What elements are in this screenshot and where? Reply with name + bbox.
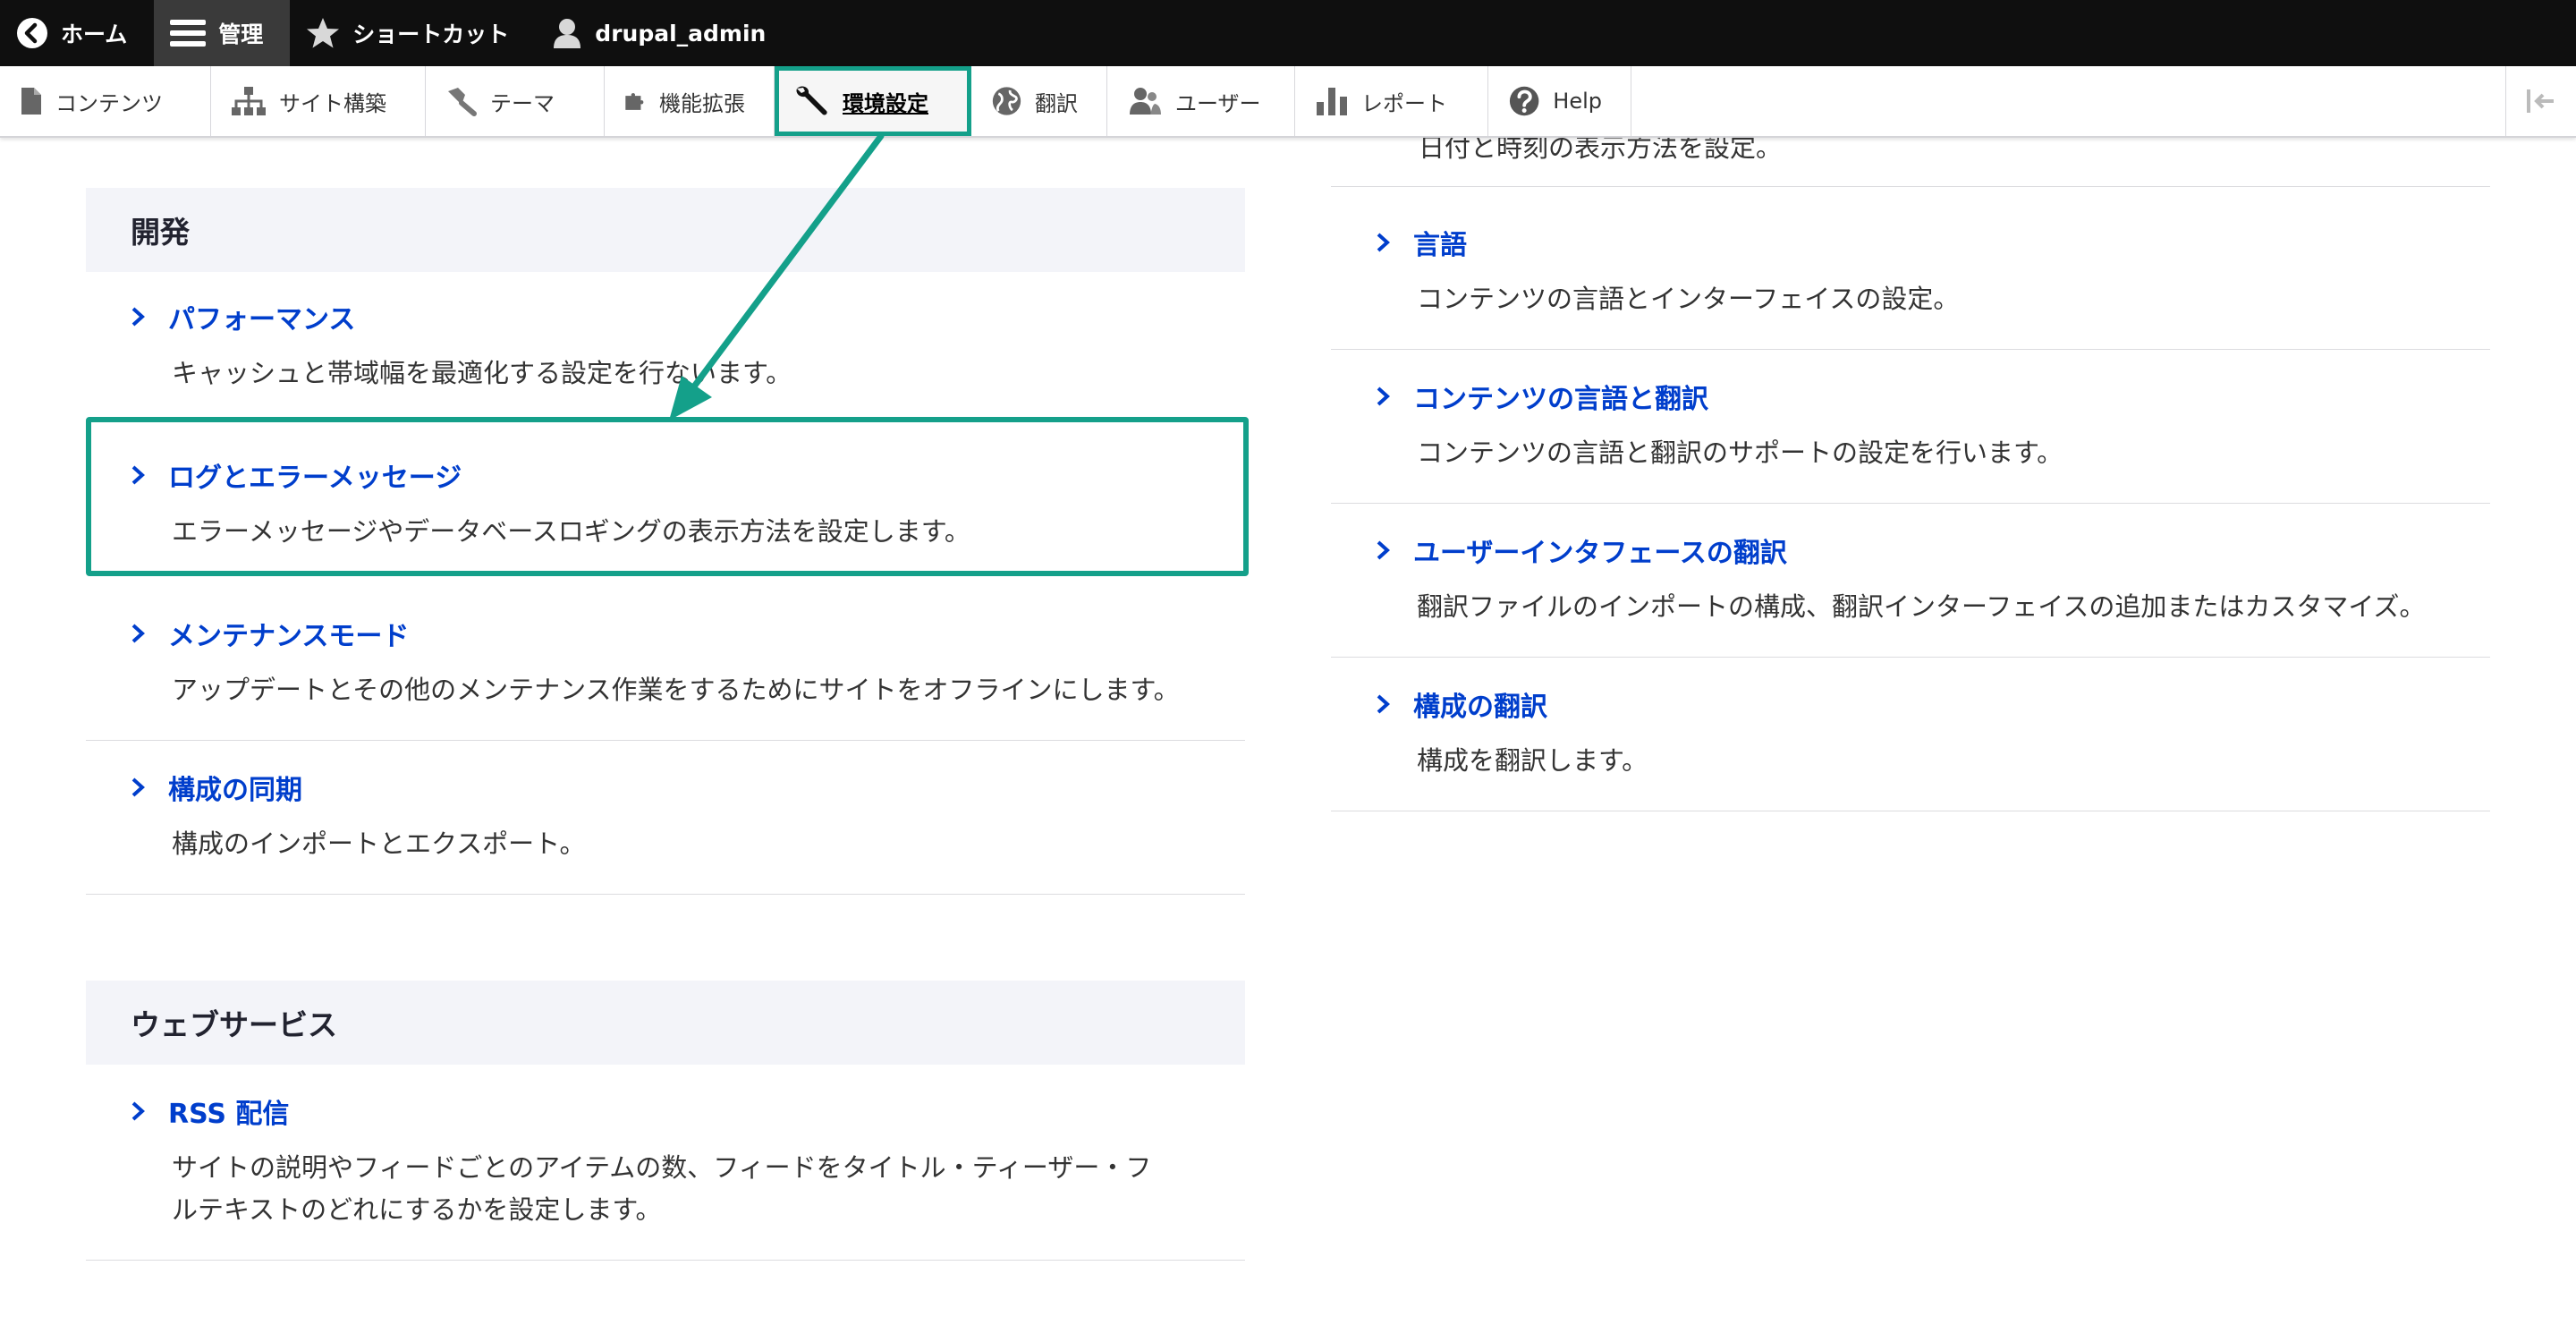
item-description: アップデートとその他のメンテナンス作業をするためにサイトをオフラインにします。: [172, 675, 1180, 705]
tray-item-label: コンテンツ: [55, 90, 163, 116]
tray-item-configuration[interactable]: 環境設定: [775, 66, 971, 136]
ui-translation-link[interactable]: ユーザーインタフェースの翻訳: [1374, 531, 2445, 570]
bar-chart-icon: [1317, 88, 1347, 115]
chevron-right-icon: [1377, 540, 1390, 560]
item-description: エラーメッセージやデータベースロギングの表示方法を設定します。: [172, 516, 970, 547]
list-item-maintenance: メンテナンスモード アップデートとその他のメンテナンス作業をするためにサイトをオ…: [86, 587, 1245, 741]
left-column: 開発 パフォーマンス キャッシュと帯域幅を最適化する設定を行ないます。 ログとエ…: [86, 136, 1245, 1261]
tray-item-extend[interactable]: 機能拡張: [605, 66, 775, 136]
tray-item-label: サイト構築: [279, 90, 386, 116]
section-header-development: 開発: [86, 188, 1245, 272]
tray-orientation-toggle[interactable]: [2505, 66, 2576, 136]
item-description: 構成を翻訳します。: [1417, 745, 1648, 776]
item-title: 構成の同期: [168, 775, 302, 806]
wrench-icon: [796, 86, 827, 115]
puzzle-icon: [625, 93, 644, 110]
maintenance-link[interactable]: メンテナンスモード: [129, 614, 1200, 653]
chevron-right-icon: [131, 307, 145, 327]
tray-item-label: ユーザー: [1175, 90, 1261, 116]
star-icon: [307, 18, 340, 48]
item-title: パフォーマンス: [168, 304, 356, 336]
list-item-content-translation: コンテンツの言語と翻訳 コンテンツの言語と翻訳のサポートの設定を行います。: [1331, 350, 2490, 504]
chevron-right-icon: [131, 777, 145, 797]
chevron-right-icon: [1377, 694, 1390, 714]
back-arrow-icon: [17, 18, 47, 48]
item-title: コンテンツの言語と翻訳: [1413, 384, 1708, 415]
tray-item-reports[interactable]: レポート: [1295, 66, 1488, 136]
chevron-right-icon: [131, 624, 145, 643]
sitemap-icon: [232, 87, 266, 115]
logging-link[interactable]: ログとエラーメッセージ: [129, 455, 1200, 495]
tray-item-label: テーマ: [490, 90, 555, 116]
config-sync-link[interactable]: 構成の同期: [129, 768, 1200, 807]
item-description: キャッシュと帯域幅を最適化する設定を行ないます。: [172, 358, 792, 388]
toolbar-home-label: ホーム: [61, 21, 128, 47]
rss-link[interactable]: RSS 配信: [129, 1091, 1200, 1131]
paintbrush-icon: [448, 88, 477, 116]
chevron-right-icon: [1377, 233, 1390, 252]
tray-item-structure[interactable]: サイト構築: [211, 66, 426, 136]
collapse-left-icon: [2527, 89, 2554, 113]
item-title: メンテナンスモード: [168, 621, 410, 652]
tray-item-appearance[interactable]: テーマ: [426, 66, 605, 136]
item-title: RSS 配信: [168, 1099, 290, 1130]
item-description: 翻訳ファイルのインポートの構成、翻訳インターフェイスの追加またはカスタマイズ。: [1417, 591, 2426, 622]
item-description: コンテンツの言語とインターフェイスの設定。: [1417, 284, 1960, 314]
list-item-language: 言語 コンテンツの言語とインターフェイスの設定。: [1331, 187, 2490, 350]
item-title: 言語: [1413, 230, 1467, 261]
menu-icon: [170, 20, 207, 47]
item-title: 構成の翻訳: [1413, 692, 1547, 723]
chevron-right-icon: [1377, 386, 1390, 406]
item-description: コンテンツの言語と翻訳のサポートの設定を行います。: [1417, 437, 2063, 468]
tray-item-content[interactable]: コンテンツ: [0, 66, 211, 136]
toolbar-shortcuts[interactable]: ショートカット: [290, 0, 536, 66]
help-icon: [1509, 86, 1539, 116]
user-icon: [554, 19, 581, 48]
tray-item-people[interactable]: ユーザー: [1107, 66, 1295, 136]
tray-item-label: 翻訳: [1035, 90, 1078, 116]
item-title: ユーザーインタフェースの翻訳: [1413, 538, 1787, 569]
toolbar-user[interactable]: drupal_admin: [536, 0, 792, 66]
tray-item-help[interactable]: Help: [1488, 66, 1631, 136]
list-item-performance: パフォーマンス キャッシュと帯域幅を最適化する設定を行ないます。: [86, 272, 1245, 418]
toolbar-shortcuts-label: ショートカット: [352, 21, 510, 47]
item-title: ログとエラーメッセージ: [168, 463, 462, 494]
tray-item-label: レポート: [1361, 90, 1447, 116]
tray-item-translate[interactable]: 翻訳: [971, 66, 1107, 136]
list-item-rss: RSS 配信 サイトの説明やフィードごとのアイテムの数、フィードをタイトル・ティ…: [86, 1065, 1245, 1261]
chevron-right-icon: [131, 465, 145, 485]
file-icon: [21, 88, 41, 115]
config-translation-link[interactable]: 構成の翻訳: [1374, 684, 2445, 724]
toolbar-home[interactable]: ホーム: [0, 0, 154, 66]
content-translation-link[interactable]: コンテンツの言語と翻訳: [1374, 377, 2445, 416]
list-item-ui-translation: ユーザーインタフェースの翻訳 翻訳ファイルのインポートの構成、翻訳インターフェイ…: [1331, 504, 2490, 658]
toolbar-manage[interactable]: 管理: [154, 0, 291, 66]
performance-link[interactable]: パフォーマンス: [129, 297, 1200, 336]
section-header-web-services: ウェブサービス: [86, 981, 1245, 1065]
chevron-right-icon: [131, 1101, 145, 1121]
admin-tray: コンテンツ サイト構築 テーマ 機能拡張 環境設定 翻訳 ユーザー レポート H…: [0, 66, 2576, 138]
item-description: サイトの説明やフィードごとのアイテムの数、フィードをタイトル・ティーザー・フルテ…: [172, 1152, 1152, 1225]
list-item-logging: ログとエラーメッセージ エラーメッセージやデータベースロギングの表示方法を設定し…: [86, 418, 1245, 587]
item-description: 構成のインポートとエクスポート。: [172, 828, 586, 859]
tray-item-label: 環境設定: [843, 90, 928, 116]
toolbar-manage-label: 管理: [218, 21, 264, 47]
list-item-config-sync: 構成の同期 構成のインポートとエクスポート。: [86, 741, 1245, 895]
globe-icon: [992, 87, 1021, 115]
users-icon: [1130, 88, 1161, 115]
list-item-config-translation: 構成の翻訳 構成を翻訳します。: [1331, 658, 2490, 811]
tray-item-label: Help: [1553, 89, 1602, 114]
right-column: 言語 コンテンツの言語とインターフェイスの設定。 コンテンツの言語と翻訳 コンテ…: [1331, 136, 2490, 811]
admin-toolbar: ホーム 管理 ショートカット drupal_admin: [0, 0, 2576, 66]
tray-item-label: 機能拡張: [659, 90, 745, 116]
language-link[interactable]: 言語: [1374, 223, 2445, 262]
toolbar-user-label: drupal_admin: [595, 20, 767, 47]
